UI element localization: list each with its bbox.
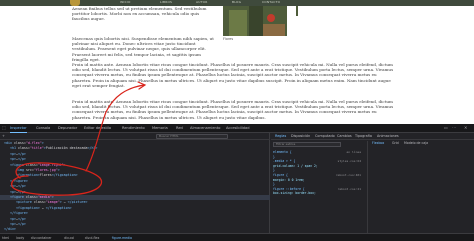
markup-node[interactable]: <img src="flores.jpg">: [0, 168, 270, 173]
markup-node[interactable]: </div>: [0, 227, 270, 232]
tab-layout[interactable]: Disposición: [291, 134, 310, 138]
markup-node[interactable]: <p>…</p>: [0, 184, 270, 189]
markup-toolbar: + Buscar HTML: [0, 133, 270, 140]
breadcrumb-item[interactable]: div.col: [64, 236, 74, 240]
markup-node[interactable]: <p>…</p>: [0, 217, 270, 222]
tab-changes[interactable]: Cambios: [337, 134, 352, 138]
breadcrumb-item[interactable]: body: [16, 236, 24, 240]
breadcrumb-item[interactable]: div.d-flex: [85, 236, 100, 240]
tab-storage[interactable]: Almacenamiento: [190, 126, 220, 130]
tab-animations[interactable]: Animaciones: [377, 134, 399, 138]
css-rule-line[interactable]: figure ::before {reboot.css:21: [273, 187, 365, 191]
tab-box-model[interactable]: Modelo de caja: [404, 141, 428, 145]
rule-source-link[interactable]: reboot.css:21: [338, 187, 361, 191]
flowers-photo: [223, 6, 287, 36]
article-paragraph: Proin id mattis ante. Aenean lobortis vi…: [72, 99, 394, 120]
markup-node[interactable]: <h1 class="title">Publicación destacada<…: [0, 146, 270, 151]
devtools-toolbar: ⬚ Inspector Consola Depurador Editor de …: [0, 124, 474, 133]
devtools-panel: ⬚ Inspector Consola Depurador Editor de …: [0, 124, 474, 241]
tab-computed[interactable]: Computado: [315, 134, 335, 138]
tab-style-editor[interactable]: Editor de estilo: [84, 126, 111, 130]
tab-grid[interactable]: Grid: [392, 141, 399, 145]
add-node-icon[interactable]: +: [2, 134, 5, 138]
responsive-icon[interactable]: ▭: [444, 125, 448, 130]
css-rule-line[interactable]: }: [273, 155, 365, 159]
search-html-input[interactable]: Buscar HTML: [156, 134, 228, 139]
markup-node[interactable]: </figure>: [0, 179, 270, 184]
css-rule-line[interactable]: .media > * {styles.css:64: [273, 159, 365, 163]
article-paragraph: Maecenas quis lobortis nisi. Suspendisse…: [72, 36, 214, 62]
tab-fonts[interactable]: Tipografía: [355, 134, 372, 138]
breadcrumb-item[interactable]: div.container: [31, 236, 52, 240]
filter-styles-input[interactable]: Filtrar estilos: [273, 142, 341, 147]
tab-rules[interactable]: Reglas: [275, 134, 286, 138]
css-rule-line[interactable]: figure {reboot.css:401: [273, 173, 365, 177]
css-rule-line[interactable]: }: [273, 168, 365, 172]
breadcrumb-item[interactable]: html: [2, 236, 9, 240]
tab-network[interactable]: Red: [176, 126, 183, 130]
breadcrumb: html body div.container div.col div.d-flex fi…: [0, 233, 474, 241]
markup-node[interactable]: <figure class="image-right">: [0, 163, 270, 168]
layout-pane: Flexbox Grid Modelo de caja: [367, 141, 474, 233]
rule-source-link[interactable]: styles.css:64: [338, 159, 361, 163]
markup-node[interactable]: <p>…</p>: [0, 152, 270, 157]
markup-panel: + Buscar HTML <div class="d-flex"> <h1 cl…: [0, 133, 270, 233]
markup-node[interactable]: <figcaption> … </figcaption>: [0, 206, 270, 211]
markup-node[interactable]: <p>…</p>: [0, 190, 270, 195]
more-options-icon[interactable]: ⋯: [452, 125, 456, 130]
tab-memory[interactable]: Memoria: [152, 126, 168, 130]
rule-source-link[interactable]: reboot.css:401: [336, 173, 361, 177]
css-rule-line[interactable]: margin: 0 0 1rem;: [273, 178, 365, 182]
rules-panel: Reglas Disposición Computado Cambios Tip…: [271, 133, 474, 233]
article-paragraph: Aenean finibus tellus sed ut pretium ele…: [72, 6, 207, 22]
rule-source-link[interactable]: en línea: [347, 150, 361, 154]
markup-node[interactable]: </figure>: [0, 211, 270, 216]
pick-element-icon[interactable]: ⬚: [2, 125, 6, 130]
css-rule-line[interactable]: }: [273, 182, 365, 186]
photo-caption: Flores: [223, 37, 234, 41]
markup-node[interactable]: <p>…</p>: [0, 222, 270, 227]
tab-console[interactable]: Consola: [36, 126, 50, 130]
tab-inspector[interactable]: Inspector: [10, 126, 27, 133]
markup-node[interactable]: <figcaption>Flores</figcaption>: [0, 173, 270, 178]
markup-node[interactable]: <picture class="image"> … </picture>: [0, 200, 270, 205]
markup-node[interactable]: <figure class="media">: [0, 195, 270, 200]
tab-flexbox[interactable]: Flexbox: [372, 141, 384, 145]
markup-node[interactable]: <div class="d-flex">: [0, 141, 270, 146]
breadcrumb-item[interactable]: figure.media: [112, 236, 132, 240]
article-paragraph: Proin id mattis ante. Aenean lobortis vi…: [72, 62, 394, 88]
css-rule-line[interactable]: grid-column: 1 / span 2;: [273, 164, 365, 168]
markup-node[interactable]: <p>…</p>: [0, 157, 270, 162]
tab-debugger[interactable]: Depurador: [58, 126, 77, 130]
tab-accessibility[interactable]: Accesibilidad: [226, 126, 249, 130]
css-rule-line[interactable]: elemento {en línea: [273, 150, 365, 154]
close-icon[interactable]: ✕: [464, 125, 467, 130]
article-page: Aenean finibus tellus sed ut pretium ele…: [0, 6, 474, 124]
sidebar-tabs: Reglas Disposición Computado Cambios Tip…: [271, 133, 474, 140]
side-photo-edge: [296, 6, 298, 16]
tab-performance[interactable]: Rendimiento: [122, 126, 145, 130]
css-rule-line[interactable]: box-sizing: border-box;: [273, 191, 365, 195]
